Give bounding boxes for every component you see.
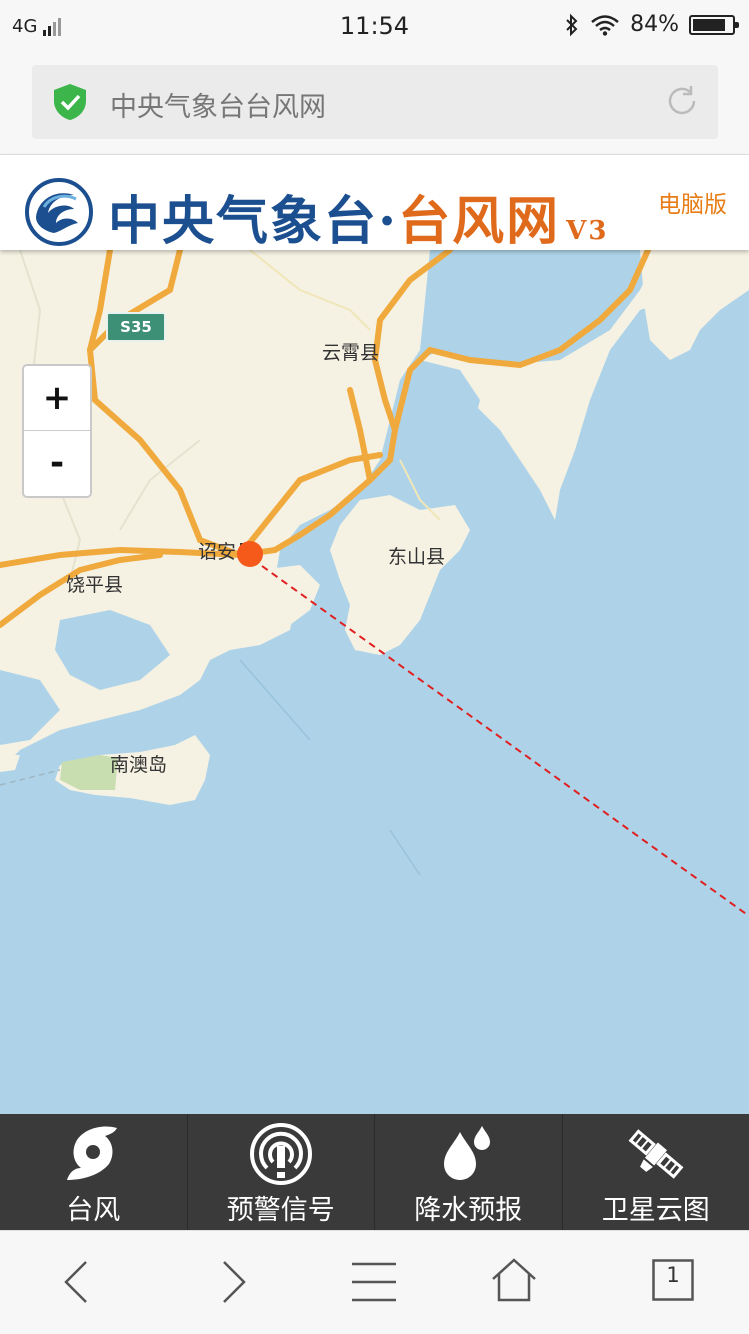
nav-typhoon[interactable]: 台风 [0,1114,188,1230]
rain-drops-icon [438,1122,498,1182]
map-label-yunxiao: 云霄县 [322,338,379,365]
typhoon-position-marker[interactable] [237,541,263,567]
east-coast-land [640,250,749,360]
tabs-button[interactable]: 1 [652,1259,694,1301]
site-title: 中央气象台·台风网V3 [108,179,608,254]
warning-signal-icon [249,1122,313,1186]
typhoon-map[interactable]: S35 云霄县 诏安县 饶平县 东山县 南澳岛 + - [0,250,749,1114]
nav-satellite-image[interactable]: 卫星云图 [563,1114,749,1230]
site-header: 中央气象台·台风网V3 电脑版 [0,155,749,250]
road-shield-s35: S35 [106,312,166,342]
nav-typhoon-label: 台风 [0,1188,187,1227]
app-bottom-nav: 台风 预警信号 降水预报 [0,1114,749,1230]
address-bar[interactable]: 中央气象台台风网 [32,65,718,139]
zoom-control: + - [22,364,92,498]
nav-rain-forecast[interactable]: 降水预报 [375,1114,563,1230]
typhoon-icon [63,1122,123,1182]
nav-satellite-label: 卫星云图 [563,1188,749,1227]
nav-warning-label: 预警信号 [188,1188,375,1227]
zoom-out-button[interactable]: - [24,431,90,495]
secure-shield-icon [52,83,88,121]
reload-icon[interactable] [664,83,700,119]
map-label-dongshan: 东山县 [388,542,445,569]
tab-count: 1 [662,1263,684,1287]
typhoon-track-line [262,566,749,916]
pc-version-link[interactable]: 电脑版 [658,185,727,219]
address-area: 中央气象台台风网 [0,52,749,155]
nav-warning-signal[interactable]: 预警信号 [188,1114,376,1230]
home-icon[interactable] [490,1257,538,1303]
map-canvas [0,250,749,1114]
status-right: 84% [564,12,735,37]
cma-logo-icon [24,177,94,247]
bluetooth-icon [564,13,580,37]
status-bar: 4G 11:54 84% [0,0,749,52]
wifi-icon [590,14,620,36]
zoom-in-button[interactable]: + [24,366,90,431]
battery-icon [689,15,735,35]
back-arrow-icon[interactable] [60,1259,92,1305]
menu-icon[interactable] [350,1261,398,1303]
map-label-raoping: 饶平县 [66,570,123,597]
browser-toolbar: 1 [0,1230,749,1334]
nav-rain-label: 降水预报 [375,1188,562,1227]
url-text: 中央气象台台风网 [110,85,326,124]
satellite-icon [624,1122,688,1186]
battery-percent: 84% [630,12,679,37]
map-label-nanao: 南澳岛 [110,750,167,777]
forward-arrow-icon[interactable] [218,1259,250,1305]
